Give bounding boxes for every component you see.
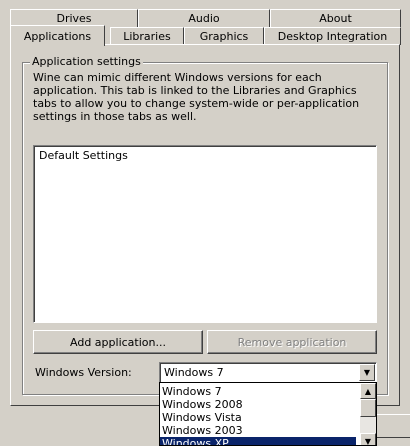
tab-desktop-integration[interactable]: Desktop Integration xyxy=(264,27,401,45)
windows-version-dropdown[interactable]: Windows 7 Windows 2008 Windows Vista Win… xyxy=(159,382,377,446)
group-title: Application settings xyxy=(30,55,143,68)
dropdown-toggle-button[interactable]: ▼ xyxy=(359,364,375,381)
windows-version-label: Windows Version: xyxy=(35,366,132,379)
remove-application-button[interactable]: Remove application xyxy=(207,330,377,354)
tab-graphics[interactable]: Graphics xyxy=(184,27,264,45)
tab-audio-label: Audio xyxy=(188,12,220,25)
scrollbar-thumb[interactable] xyxy=(360,399,376,417)
windows-version-value: Windows 7 xyxy=(164,366,224,379)
tab-libraries[interactable]: Libraries xyxy=(110,27,184,45)
version-option[interactable]: Windows Vista xyxy=(160,411,356,424)
chevron-down-icon: ▼ xyxy=(364,436,372,446)
scroll-up-button[interactable]: ▲ xyxy=(360,383,376,399)
dialog-button[interactable] xyxy=(376,414,410,438)
version-option[interactable]: Windows 2008 xyxy=(160,398,356,411)
windows-version-select[interactable]: Windows 7 ▼ xyxy=(159,362,377,383)
tab-drives-label: Drives xyxy=(56,12,92,25)
add-application-button[interactable]: Add application... xyxy=(33,330,203,354)
tab-graphics-label: Graphics xyxy=(199,30,249,43)
add-application-label: Add application... xyxy=(70,335,166,349)
tab-libraries-label: Libraries xyxy=(123,30,171,43)
tab-applications-label: Applications xyxy=(23,29,92,43)
remove-application-label: Remove application xyxy=(237,335,347,349)
scroll-down-button[interactable]: ▼ xyxy=(360,433,376,446)
tab-audio[interactable]: Audio xyxy=(138,9,270,27)
dropdown-scrollbar[interactable]: ▲ ▼ xyxy=(360,383,376,445)
tab-about-label: About xyxy=(319,12,352,25)
chevron-up-icon: ▲ xyxy=(364,386,372,396)
version-option[interactable]: Windows 7 xyxy=(160,385,356,398)
tab-applications[interactable]: Applications xyxy=(10,25,105,46)
tab-about[interactable]: About xyxy=(270,9,401,27)
description-text: Wine can mimic different Windows version… xyxy=(33,71,360,123)
chevron-down-icon: ▼ xyxy=(363,368,371,377)
tab-desktop-integration-label: Desktop Integration xyxy=(277,30,388,43)
list-item[interactable]: Default Settings xyxy=(39,149,128,162)
version-option-selected[interactable]: Windows XP xyxy=(160,437,356,445)
application-list[interactable]: Default Settings xyxy=(33,145,377,323)
version-option[interactable]: Windows 2003 xyxy=(160,424,356,437)
